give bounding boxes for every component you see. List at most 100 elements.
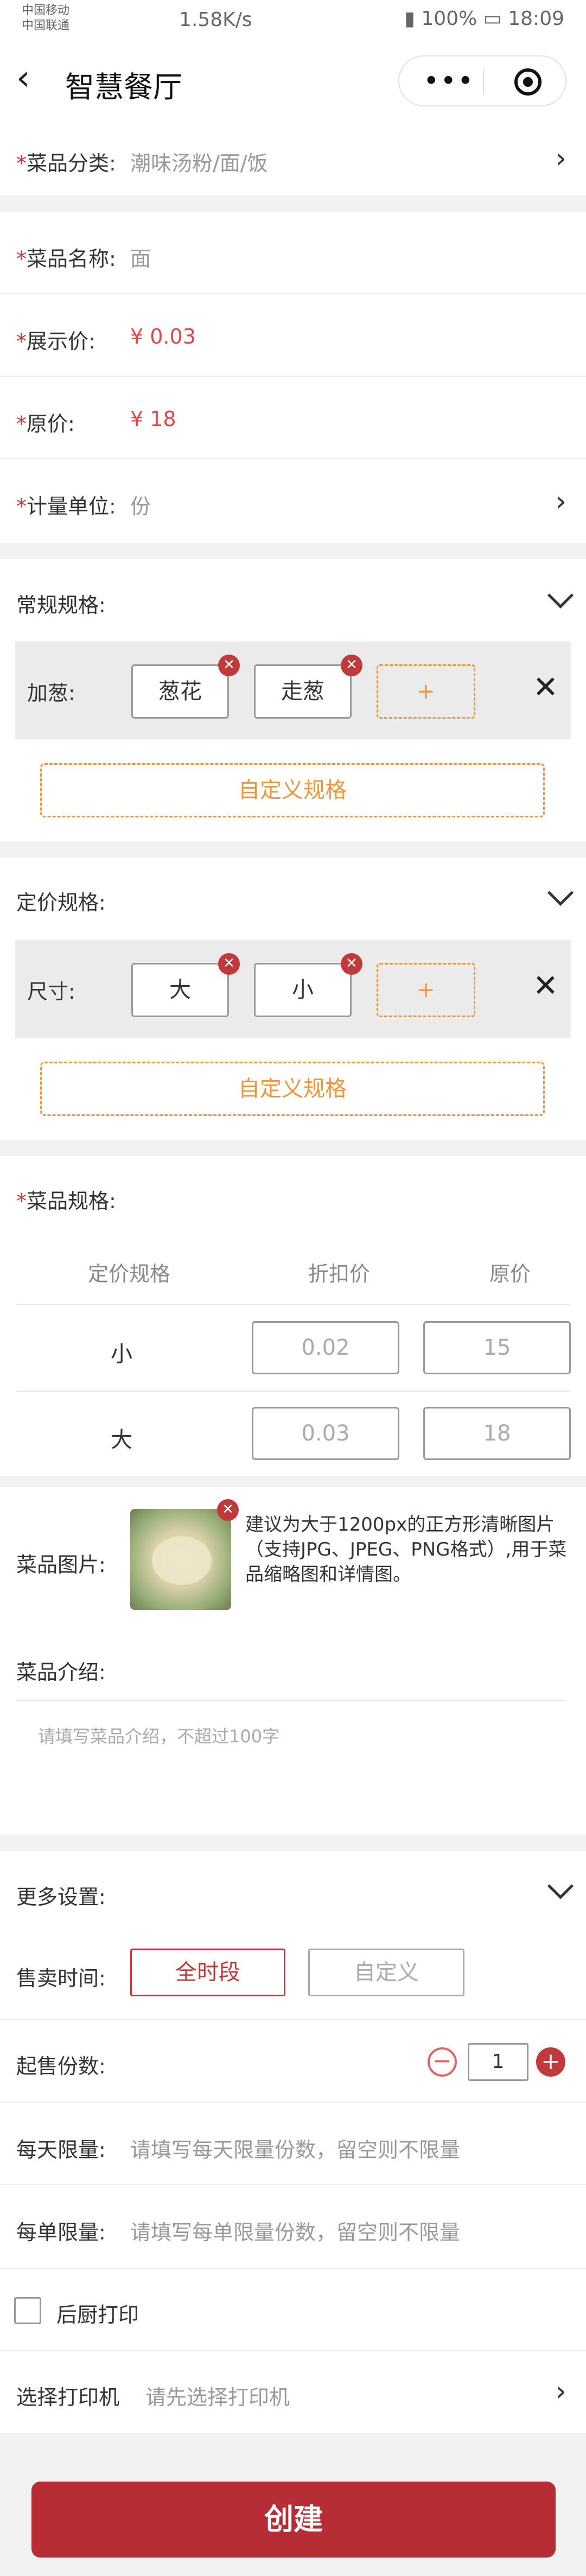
- discount-price-input[interactable]: 0.03: [252, 1407, 399, 1460]
- priced-spec-section: 定价规格: 尺寸: 大 ✕ 小 ✕ + ✕ 自定义规格: [0, 858, 586, 1140]
- page-title: 智慧餐厅: [65, 70, 182, 104]
- sale-time-all-button[interactable]: 全时段: [130, 1949, 285, 1996]
- more-settings-title: 更多设置:: [16, 1885, 106, 1909]
- chevron-down-icon: [547, 1873, 574, 1900]
- discount-price-input[interactable]: 0.02: [252, 1321, 399, 1374]
- regular-spec-group: 加葱: 葱花 ✕ 走葱 ✕ + ✕: [15, 642, 571, 739]
- remove-photo-icon[interactable]: ✕: [217, 1499, 239, 1521]
- sale-time-row: 售卖时间: 全时段 自定义: [0, 1927, 586, 2020]
- spec-name: 大: [111, 1427, 132, 1452]
- spec-tag[interactable]: 大: [131, 963, 229, 1017]
- header-spec: 定价规格: [88, 1262, 171, 1286]
- kitchen-print-checkbox[interactable]: [14, 2297, 41, 2324]
- carrier-info: 中国移动 中国联通: [22, 3, 69, 34]
- sale-time-custom-button[interactable]: 自定义: [308, 1949, 464, 1996]
- display-price-row: *展示价: ¥ 0.03: [0, 294, 586, 377]
- delete-group-icon[interactable]: ✕: [533, 968, 558, 1004]
- battery-icon: ▭: [483, 8, 502, 30]
- remove-tag-icon[interactable]: ✕: [341, 953, 362, 975]
- spec-group-name: 尺寸:: [27, 980, 75, 1004]
- close-target-icon[interactable]: [514, 68, 542, 96]
- chevron-down-icon[interactable]: [547, 582, 574, 609]
- chevron-right-icon: ›: [555, 485, 566, 518]
- add-tag-button[interactable]: +: [377, 664, 475, 719]
- status-bar: 中国移动 中国联通 1.58K/s ▮ 100% ▭ 18:09: [0, 0, 586, 39]
- display-price-label: *展示价:: [16, 325, 95, 354]
- table-row: 小 0.02 15: [16, 1305, 571, 1392]
- category-label-text: 菜品分类:: [27, 151, 116, 175]
- dish-photo[interactable]: [130, 1509, 231, 1610]
- original-price-input[interactable]: 15: [423, 1321, 571, 1374]
- spec-tag[interactable]: 小: [254, 963, 352, 1017]
- daily-limit-input[interactable]: 请填写每天限量份数，留空则不限量: [130, 2133, 460, 2163]
- dish-name-row: *菜品名称: 面: [0, 212, 586, 294]
- order-limit-row: 每单限量: 请填写每单限量份数，留空则不限量: [0, 2185, 586, 2269]
- capsule-divider: [483, 69, 484, 94]
- min-order-input[interactable]: 1: [468, 2043, 528, 2081]
- add-tag-button[interactable]: +: [377, 963, 475, 1017]
- priced-spec-group: 尺寸: 大 ✕ 小 ✕ + ✕: [15, 940, 571, 1038]
- dish-name-label-text: 菜品名称:: [27, 247, 116, 271]
- intro-placeholder: 请填写菜品介绍，不超过100字: [38, 1726, 280, 1747]
- original-price-label-text: 原价:: [27, 412, 75, 436]
- required-mark: *: [16, 329, 27, 353]
- regular-spec-section: 常规规格: 加葱: 葱花 ✕ 走葱 ✕ + ✕ 自定义规格: [0, 559, 586, 841]
- remove-tag-icon[interactable]: ✕: [218, 655, 240, 676]
- required-mark: *: [16, 151, 27, 175]
- category-value: 潮味汤粉/面/饭: [130, 151, 268, 175]
- printer-row[interactable]: 选择打印机 请先选择打印机 ›: [0, 2351, 586, 2433]
- table-row: 大 0.03 18: [16, 1392, 571, 1476]
- printer-placeholder: 请先选择打印机: [145, 2385, 290, 2409]
- unit-row[interactable]: *计量单位: 份 ›: [0, 459, 586, 543]
- signal-icon: ▮: [404, 8, 415, 30]
- unit-label: *计量单位:: [16, 490, 116, 519]
- priced-spec-title: 定价规格:: [16, 891, 106, 915]
- spec-tag[interactable]: 走葱: [254, 664, 352, 719]
- delete-group-icon[interactable]: ✕: [533, 670, 558, 705]
- spec-tag[interactable]: 葱花: [131, 664, 229, 719]
- clock: 18:09: [508, 8, 564, 30]
- more-settings-header[interactable]: 更多设置:: [0, 1851, 586, 1927]
- original-price-input[interactable]: ¥ 18: [130, 407, 176, 431]
- header-discount: 折扣价: [308, 1262, 371, 1286]
- header-original: 原价: [489, 1262, 531, 1286]
- more-dots-icon[interactable]: •••: [423, 65, 474, 97]
- image-hint: 建议为大于1200px的正方形清晰图片（支持JPG、JPEG、PNG格式）,用于…: [245, 1514, 567, 1585]
- sale-time-label: 售卖时间:: [16, 1966, 106, 1990]
- spec-group-name: 加葱:: [27, 681, 75, 705]
- mini-program-capsule: •••: [398, 55, 566, 106]
- minus-icon[interactable]: −: [428, 2047, 457, 2077]
- intro-textarea[interactable]: 请填写菜品介绍，不超过100字: [16, 1701, 564, 1826]
- dish-photo-food: [152, 1536, 212, 1585]
- original-price-input[interactable]: 18: [423, 1407, 571, 1460]
- required-mark: *: [16, 412, 27, 436]
- dish-spec-title: *菜品规格:: [16, 1184, 116, 1214]
- spec-table-header: 定价规格 折扣价 原价: [16, 1238, 570, 1305]
- spec-name: 小: [111, 1342, 132, 1367]
- chevron-right-icon: ›: [555, 142, 566, 175]
- display-price-input[interactable]: ¥ 0.03: [130, 325, 196, 348]
- unit-value: 份: [130, 494, 151, 518]
- min-order-label: 起售份数:: [16, 2054, 106, 2078]
- order-limit-label: 每单限量:: [16, 2220, 106, 2244]
- back-arrow-icon[interactable]: ‹: [16, 61, 30, 96]
- dish-spec-section: *菜品规格: 定价规格 折扣价 原价 小 0.02 15 大 0.03 18: [0, 1156, 586, 1476]
- page: 中国移动 中国联通 1.58K/s ▮ 100% ▭ 18:09 ‹ 智慧餐厅 …: [0, 0, 586, 2576]
- required-mark: *: [16, 494, 27, 518]
- network-speed: 1.58K/s: [179, 9, 252, 31]
- plus-icon[interactable]: +: [536, 2047, 565, 2077]
- custom-spec-button[interactable]: 自定义规格: [40, 1062, 545, 1116]
- remove-tag-icon[interactable]: ✕: [218, 953, 240, 975]
- create-button[interactable]: 创建: [31, 2482, 556, 2558]
- min-order-row: 起售份数: − 1 +: [0, 2020, 586, 2103]
- category-row[interactable]: *菜品分类: 潮味汤粉/面/饭 ›: [0, 122, 586, 195]
- dish-name-input[interactable]: 面: [130, 242, 151, 272]
- category-label: *菜品分类:: [16, 147, 116, 176]
- chevron-down-icon[interactable]: [547, 879, 574, 906]
- image-label: 菜品图片:: [16, 1553, 106, 1577]
- remove-tag-icon[interactable]: ✕: [341, 655, 362, 676]
- battery-percent: 100%: [421, 8, 477, 30]
- custom-spec-button[interactable]: 自定义规格: [40, 763, 545, 817]
- unit-label-text: 计量单位:: [27, 494, 116, 518]
- order-limit-input[interactable]: 请填写每单限量份数，留空则不限量: [130, 2216, 460, 2245]
